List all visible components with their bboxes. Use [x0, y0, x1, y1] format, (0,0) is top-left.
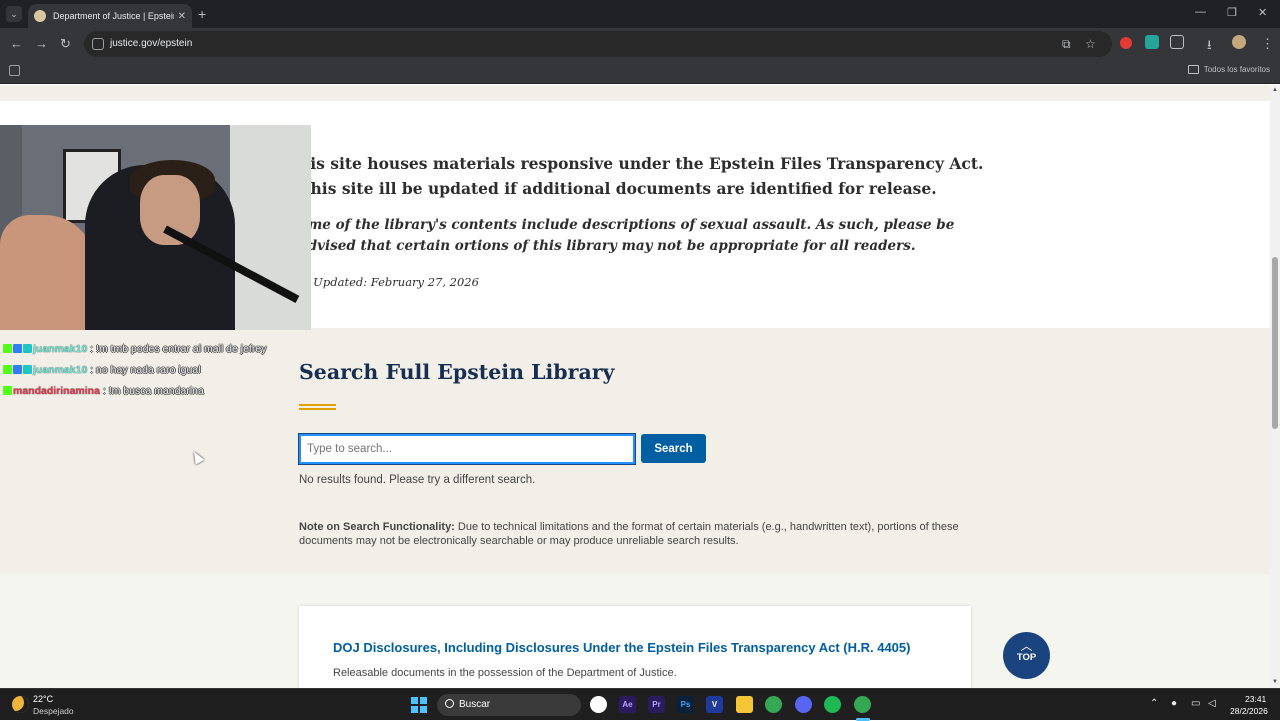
extensions-puzzle-icon[interactable]	[1170, 35, 1184, 49]
chat-username: mandadirinamina	[13, 385, 100, 397]
doj-favicon	[34, 10, 46, 22]
folder-icon	[1187, 65, 1199, 74]
search-button[interactable]: Search	[641, 434, 706, 463]
clock-time[interactable]: 23:41	[1245, 694, 1266, 704]
chat-badge-icon	[23, 365, 32, 374]
reload-icon[interactable]: ↻	[60, 36, 71, 52]
chat-message: juanmak10 : no hay nada raro igual	[3, 361, 283, 379]
webcam-person-left	[0, 215, 95, 330]
forward-icon[interactable]: →	[35, 36, 48, 51]
chat-message: mandadirinamina : !m busca mandarina	[3, 382, 283, 400]
scrollbar-thumb[interactable]	[1272, 257, 1278, 429]
browser-tab[interactable]: Department of Justice | Epstein Lib ✕	[28, 4, 192, 28]
minimize-button[interactable]: —	[1195, 6, 1206, 18]
tab-close-icon[interactable]: ✕	[178, 11, 186, 22]
volume-icon[interactable]: ◁	[1208, 698, 1216, 709]
stream-chat: juanmak10 : !m tmb podes entrar al mail …	[3, 340, 283, 403]
close-window-button[interactable]: ✕	[1258, 6, 1267, 19]
search-icon	[445, 699, 454, 708]
header-edge	[0, 85, 1270, 101]
browser-tab-bar: ⌄ Department of Justice | Epstein Lib ✕ …	[0, 0, 1280, 28]
weather-moon-icon[interactable]	[12, 696, 29, 713]
after-effects-icon[interactable]: Ae	[619, 696, 636, 713]
spotify-icon[interactable]	[824, 696, 841, 713]
title-underline	[299, 404, 336, 410]
address-bar[interactable]: justice.gov/epstein ⧉ ☆	[84, 31, 1112, 57]
download-icon[interactable]: ⭳	[1207, 36, 1212, 58]
disclosure-card: DOJ Disclosures, Including Disclosures U…	[299, 606, 971, 688]
extension-7tv-icon[interactable]	[1145, 35, 1159, 49]
extension-red-icon[interactable]	[1120, 37, 1132, 49]
search-note: Note on Search Functionality: Due to tec…	[299, 521, 971, 548]
premiere-icon[interactable]: Pr	[648, 696, 665, 713]
site-info-icon[interactable]	[92, 38, 104, 50]
new-tab-button[interactable]: +	[198, 6, 206, 22]
chat-text: : !m tmb podes entrar al mail de jefrey	[87, 343, 267, 355]
disclosure-card-link[interactable]: DOJ Disclosures, Including Disclosures U…	[333, 640, 910, 655]
profile-avatar[interactable]	[1232, 35, 1246, 49]
chrome-active-icon[interactable]	[854, 696, 871, 713]
apps-grid-icon[interactable]	[9, 65, 20, 76]
all-bookmarks-folder[interactable]: Todos los favoritos	[1187, 65, 1270, 74]
browser-toolbar: ← → ↻ justice.gov/epstein ⧉ ☆ ⭳ ⋮	[0, 28, 1280, 60]
content-warning: ome of the library's contents include de…	[299, 217, 955, 254]
taskbar-search-label: Buscar	[459, 699, 491, 710]
bookmarks-bar: Todos los favoritos	[0, 60, 1280, 84]
discord-icon[interactable]	[795, 696, 812, 713]
webcam-light	[230, 125, 311, 330]
windows-taskbar: 22°C Despejado Buscar Ae Pr Ps V ⌃ ● ▭ ◁…	[0, 688, 1280, 721]
bookmark-star-icon[interactable]: ☆	[1085, 37, 1096, 51]
all-bookmarks-label: Todos los favoritos	[1203, 65, 1270, 74]
chevron-up-icon: ︿	[1020, 639, 1033, 653]
scroll-down-icon[interactable]: ▼	[1272, 679, 1278, 685]
back-icon[interactable]: ←	[10, 36, 23, 51]
weather-description[interactable]: Despejado	[33, 706, 74, 716]
chat-message: juanmak10 : !m tmb podes entrar al mail …	[3, 340, 283, 358]
file-explorer-icon[interactable]	[736, 696, 753, 713]
visual-studio-icon[interactable]: V	[706, 696, 723, 713]
tab-search-icon[interactable]: ⌄	[6, 6, 22, 22]
search-note-label: Note on Search Functionality:	[299, 521, 455, 533]
translate-icon[interactable]: ⧉	[1062, 37, 1071, 52]
chat-badge-icon	[3, 386, 12, 395]
webcam-overlay	[0, 125, 311, 330]
menu-kebab-icon[interactable]: ⋮	[1261, 36, 1274, 52]
back-to-top-button[interactable]: ︿ TOP	[1003, 632, 1050, 679]
maximize-button[interactable]: ❐	[1227, 6, 1237, 19]
clock-date[interactable]: 28/2/2026	[1230, 706, 1268, 716]
chatgpt-icon[interactable]	[590, 696, 607, 713]
microphone-icon[interactable]: ●	[1171, 698, 1177, 709]
chat-text: : no hay nada raro igual	[87, 364, 201, 376]
weather-temperature[interactable]: 22°C	[33, 694, 53, 704]
chat-badge-icon	[23, 344, 32, 353]
search-title: Search Full Epstein Library	[299, 360, 615, 384]
chat-text: : !m busca mandarina	[99, 385, 204, 397]
taskbar-search[interactable]: Buscar	[437, 694, 581, 716]
disclosures-section: DOJ Disclosures, Including Disclosures U…	[0, 574, 1270, 688]
chat-badge-icon	[13, 344, 22, 353]
intro-section: his site houses materials responsive und…	[299, 151, 989, 289]
display-icon[interactable]: ▭	[1191, 698, 1200, 709]
tab-title: Department of Justice | Epstein Lib	[53, 11, 174, 21]
chrome-icon[interactable]	[765, 696, 782, 713]
last-updated: st Updated: February 27, 2026	[299, 275, 479, 289]
intro-lead: his site houses materials responsive und…	[299, 154, 984, 198]
photoshop-icon[interactable]: Ps	[677, 696, 694, 713]
no-results-message: No results found. Please try a different…	[299, 474, 536, 486]
chat-badge-icon	[13, 365, 22, 374]
chat-username: juanmak10	[33, 364, 88, 376]
windows-start-icon[interactable]	[411, 697, 427, 713]
chat-username: juanmak10	[33, 343, 88, 355]
disclosure-card-description: Releasable documents in the possession o…	[333, 667, 677, 679]
url-text: justice.gov/epstein	[110, 38, 193, 49]
scroll-up-icon[interactable]: ▲	[1272, 87, 1278, 93]
search-input[interactable]	[298, 433, 636, 465]
chat-badge-icon	[3, 344, 12, 353]
tray-chevron-up-icon[interactable]: ⌃	[1150, 698, 1158, 709]
chat-badge-icon	[3, 365, 12, 374]
page-scrollbar[interactable]: ▲ ▼	[1270, 85, 1280, 688]
back-to-top-label: TOP	[1016, 652, 1037, 663]
